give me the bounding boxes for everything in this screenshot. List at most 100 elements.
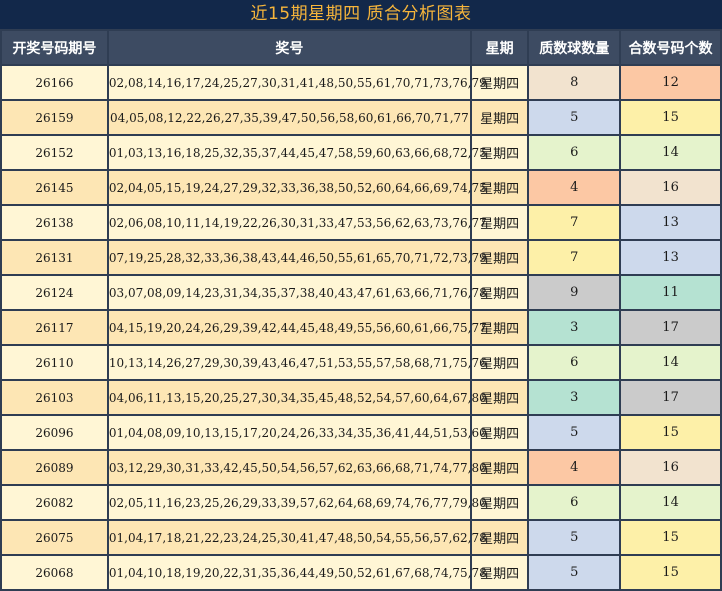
- prime-count-cell: 3: [529, 311, 620, 344]
- prime-count-cell: 4: [529, 451, 620, 484]
- day-cell: 星期四: [471, 311, 528, 344]
- prime-count-cell: 6: [529, 486, 620, 519]
- issue-cell: 26096: [2, 416, 107, 449]
- table-row: 26159 04,05,08,12,22,26,27,35,39,47,50,56…: [2, 101, 720, 134]
- day-cell: 星期四: [471, 136, 528, 169]
- prime-count-cell: 7: [529, 206, 620, 239]
- issue-cell: 26131: [2, 241, 107, 274]
- numbers-cell: 04,06,11,13,15,20,25,27,30,34,35,45,48,5…: [108, 381, 487, 414]
- prime-count-cell: 9: [529, 276, 620, 309]
- table-row: 26138 02,06,08,10,11,14,19,22,26,30,31,33…: [2, 206, 720, 239]
- header-composite-count: 合数号码个数: [621, 31, 720, 64]
- table-row: 26103 04,06,11,13,15,20,25,27,30,34,35,45…: [2, 381, 720, 414]
- table-row: 26145 02,04,05,15,19,24,27,29,32,33,36,38…: [2, 171, 720, 204]
- day-cell: 星期四: [471, 556, 528, 589]
- numbers-cell: 03,07,08,09,14,23,31,34,35,37,38,40,43,4…: [108, 276, 487, 309]
- analysis-table: 开奖号码期号 奖号 星期 质数球数量 合数号码个数 26166 02,08,14,…: [0, 29, 722, 591]
- composite-count-cell: 13: [621, 206, 720, 239]
- composite-count-cell: 12: [621, 66, 720, 99]
- issue-cell: 26124: [2, 276, 107, 309]
- prime-count-cell: 8: [529, 66, 620, 99]
- numbers-cell: 03,12,29,30,31,33,42,45,50,54,56,57,62,6…: [108, 451, 487, 484]
- numbers-cell: 02,05,11,16,23,25,26,29,33,39,57,62,64,6…: [108, 486, 487, 519]
- day-cell: 星期四: [471, 66, 528, 99]
- prime-count-cell: 7: [529, 241, 620, 274]
- numbers-cell: 07,19,25,28,32,33,36,38,43,44,46,50,55,6…: [108, 241, 487, 274]
- issue-cell: 26089: [2, 451, 107, 484]
- day-cell: 星期四: [471, 276, 528, 309]
- issue-cell: 26110: [2, 346, 107, 379]
- prime-count-cell: 6: [529, 346, 620, 379]
- issue-cell: 26152: [2, 136, 107, 169]
- issue-cell: 26117: [2, 311, 107, 344]
- issue-cell: 26145: [2, 171, 107, 204]
- composite-count-cell: 16: [621, 171, 720, 204]
- chart-title: 近15期星期四 质合分析图表: [0, 0, 722, 29]
- day-cell: 星期四: [471, 346, 528, 379]
- composite-count-cell: 17: [621, 311, 720, 344]
- composite-count-cell: 14: [621, 136, 720, 169]
- composite-count-cell: 14: [621, 346, 720, 379]
- day-cell: 星期四: [471, 451, 528, 484]
- prime-count-cell: 4: [529, 171, 620, 204]
- numbers-cell: 02,08,14,16,17,24,25,27,30,31,41,48,50,5…: [108, 66, 487, 99]
- table-body: 26166 02,08,14,16,17,24,25,27,30,31,41,48…: [2, 66, 720, 589]
- issue-cell: 26159: [2, 101, 107, 134]
- day-cell: 星期四: [471, 486, 528, 519]
- prime-count-cell: 6: [529, 136, 620, 169]
- table-row: 26089 03,12,29,30,31,33,42,45,50,54,56,57…: [2, 451, 720, 484]
- issue-cell: 26138: [2, 206, 107, 239]
- issue-cell: 26103: [2, 381, 107, 414]
- header-issue: 开奖号码期号: [2, 31, 107, 64]
- numbers-cell: 10,13,14,26,27,29,30,39,43,46,47,51,53,5…: [108, 346, 487, 379]
- table-row: 26082 02,05,11,16,23,25,26,29,33,39,57,62…: [2, 486, 720, 519]
- day-cell: 星期四: [471, 381, 528, 414]
- header-day: 星期: [471, 31, 528, 64]
- composite-count-cell: 15: [621, 101, 720, 134]
- numbers-cell: 02,06,08,10,11,14,19,22,26,30,31,33,47,5…: [108, 206, 487, 239]
- table-row: 26166 02,08,14,16,17,24,25,27,30,31,41,48…: [2, 66, 720, 99]
- prime-count-cell: 5: [529, 101, 620, 134]
- header-prime-count: 质数球数量: [529, 31, 620, 64]
- table-row: 26068 01,04,10,18,19,20,22,31,35,36,44,49…: [2, 556, 720, 589]
- composite-count-cell: 15: [621, 416, 720, 449]
- day-cell: 星期四: [471, 521, 528, 554]
- prime-count-cell: 5: [529, 521, 620, 554]
- composite-count-cell: 11: [621, 276, 720, 309]
- numbers-cell: 04,05,08,12,22,26,27,35,39,47,50,56,58,6…: [108, 101, 470, 134]
- table-row: 26131 07,19,25,28,32,33,36,38,43,44,46,50…: [2, 241, 720, 274]
- numbers-cell: 01,03,13,16,18,25,32,35,37,44,45,47,58,5…: [108, 136, 487, 169]
- composite-count-cell: 17: [621, 381, 720, 414]
- table-row: 26124 03,07,08,09,14,23,31,34,35,37,38,40…: [2, 276, 720, 309]
- header-row: 开奖号码期号 奖号 星期 质数球数量 合数号码个数: [2, 31, 720, 64]
- prime-count-cell: 5: [529, 556, 620, 589]
- issue-cell: 26166: [2, 66, 107, 99]
- composite-count-cell: 15: [621, 556, 720, 589]
- table-row: 26152 01,03,13,16,18,25,32,35,37,44,45,47…: [2, 136, 720, 169]
- header-numbers: 奖号: [108, 31, 470, 64]
- composite-count-cell: 14: [621, 486, 720, 519]
- issue-cell: 26082: [2, 486, 107, 519]
- day-cell: 星期四: [471, 101, 528, 134]
- numbers-cell: 01,04,08,09,10,13,15,17,20,24,26,33,34,3…: [108, 416, 487, 449]
- day-cell: 星期四: [471, 241, 528, 274]
- table-row: 26117 04,15,19,20,24,26,29,39,42,44,45,48…: [2, 311, 720, 344]
- day-cell: 星期四: [471, 416, 528, 449]
- prime-count-cell: 3: [529, 381, 620, 414]
- issue-cell: 26068: [2, 556, 107, 589]
- table-row: 26110 10,13,14,26,27,29,30,39,43,46,47,51…: [2, 346, 720, 379]
- chart-frame: 近15期星期四 质合分析图表 开奖号码期号 奖号 星期 质数球数量 合数号码个数…: [0, 0, 722, 591]
- numbers-cell: 01,04,17,18,21,22,23,24,25,30,41,47,48,5…: [108, 521, 487, 554]
- table-row: 26075 01,04,17,18,21,22,23,24,25,30,41,47…: [2, 521, 720, 554]
- day-cell: 星期四: [471, 206, 528, 239]
- prime-count-cell: 5: [529, 416, 620, 449]
- numbers-cell: 01,04,10,18,19,20,22,31,35,36,44,49,50,5…: [108, 556, 487, 589]
- issue-cell: 26075: [2, 521, 107, 554]
- composite-count-cell: 13: [621, 241, 720, 274]
- numbers-cell: 02,04,05,15,19,24,27,29,32,33,36,38,50,5…: [108, 171, 487, 204]
- composite-count-cell: 16: [621, 451, 720, 484]
- composite-count-cell: 15: [621, 521, 720, 554]
- table-row: 26096 01,04,08,09,10,13,15,17,20,24,26,33…: [2, 416, 720, 449]
- day-cell: 星期四: [471, 171, 528, 204]
- numbers-cell: 04,15,19,20,24,26,29,39,42,44,45,48,49,5…: [108, 311, 487, 344]
